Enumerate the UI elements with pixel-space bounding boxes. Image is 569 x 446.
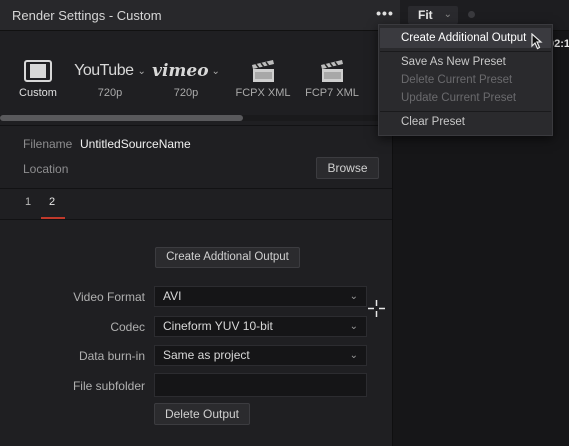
vimeo-wordmark: vimeo xyxy=(152,61,209,81)
chevron-down-icon: ⌄ xyxy=(443,9,452,20)
location-label: Location xyxy=(23,162,69,176)
clapperboard-icon xyxy=(227,59,299,83)
data-burnin-value: Same as project xyxy=(163,348,250,362)
preset-label: Custom xyxy=(19,87,57,99)
video-format-label: Video Format xyxy=(73,290,145,304)
fit-label: Fit xyxy=(418,8,433,22)
data-burnin-select[interactable]: Same as project ⌄ xyxy=(154,345,367,366)
preset-scrollbar-thumb[interactable] xyxy=(0,115,243,121)
clapperboard-icon xyxy=(296,59,368,83)
menu-separator xyxy=(380,51,551,52)
menu-item-update-current-preset[interactable]: Update Current Preset xyxy=(401,92,516,104)
delete-output-button[interactable]: Delete Output xyxy=(154,403,250,425)
more-options-button[interactable]: ••• xyxy=(372,6,398,24)
create-additional-output-button[interactable]: Create Addtional Output xyxy=(155,247,300,268)
preset-strip: Custom YouTube ⌄ 720p vimeo ⌄ 720p FCPX … xyxy=(0,31,392,126)
menu-item-clear-preset[interactable]: Clear Preset xyxy=(401,116,465,128)
chevron-down-icon: ⌄ xyxy=(349,350,358,361)
mouse-pointer-icon xyxy=(531,33,543,50)
title-bar: Render Settings - Custom ••• xyxy=(0,0,400,31)
chevron-down-icon: ⌄ xyxy=(211,65,220,77)
tab-output-2[interactable]: 2 xyxy=(49,196,55,208)
preset-label: 720p xyxy=(97,87,123,99)
chevron-down-icon: ⌄ xyxy=(137,65,146,77)
filename-label: Filename xyxy=(23,137,73,151)
file-subfolder-input[interactable] xyxy=(154,373,367,397)
preset-label: 720p xyxy=(173,87,199,99)
window-title: Render Settings - Custom xyxy=(12,8,162,23)
preset-label: FCPX XML xyxy=(235,87,291,99)
codec-label: Codec xyxy=(110,320,145,334)
preset-vimeo[interactable]: vimeo ⌄ 720p xyxy=(150,31,222,125)
preset-fcp7-xml[interactable]: FCP7 XML xyxy=(296,31,368,125)
preset-label: FCP7 XML xyxy=(305,87,359,99)
menu-separator xyxy=(380,111,551,112)
divider xyxy=(0,219,392,220)
youtube-wordmark: YouTube xyxy=(74,62,134,79)
menu-item-delete-current-preset[interactable]: Delete Current Preset xyxy=(401,74,512,86)
preset-youtube[interactable]: YouTube ⌄ 720p xyxy=(74,31,146,125)
menu-item-create-additional-output[interactable]: Create Additional Output xyxy=(401,32,526,44)
status-dot-icon[interactable] xyxy=(468,11,475,18)
preset-fcpx-xml[interactable]: FCPX XML xyxy=(227,31,299,125)
tab-output-1[interactable]: 1 xyxy=(25,196,31,208)
video-format-value: AVI xyxy=(163,289,182,303)
crosshair-cursor-icon xyxy=(368,300,385,317)
film-strip-icon xyxy=(2,59,74,83)
zoom-fit-select[interactable]: Fit ⌄ xyxy=(408,6,458,24)
divider xyxy=(0,188,392,189)
data-burnin-label: Data burn-in xyxy=(78,349,145,363)
codec-select[interactable]: Cineform YUV 10-bit ⌄ xyxy=(154,316,367,337)
browse-button[interactable]: Browse xyxy=(316,157,379,179)
preset-custom[interactable]: Custom xyxy=(2,31,74,125)
video-format-select[interactable]: AVI ⌄ xyxy=(154,286,367,307)
file-subfolder-label: File subfolder xyxy=(72,379,145,393)
vimeo-logo: vimeo ⌄ xyxy=(150,59,222,83)
chevron-down-icon: ⌄ xyxy=(349,291,358,302)
filename-value[interactable]: UntitledSourceName xyxy=(80,137,191,151)
menu-item-save-as-new-preset[interactable]: Save As New Preset xyxy=(401,56,506,68)
youtube-logo: YouTube ⌄ xyxy=(74,59,146,83)
chevron-down-icon: ⌄ xyxy=(349,321,358,332)
preset-options-menu: Create Additional Output Save As New Pre… xyxy=(378,24,553,136)
codec-value: Cineform YUV 10-bit xyxy=(163,319,273,333)
